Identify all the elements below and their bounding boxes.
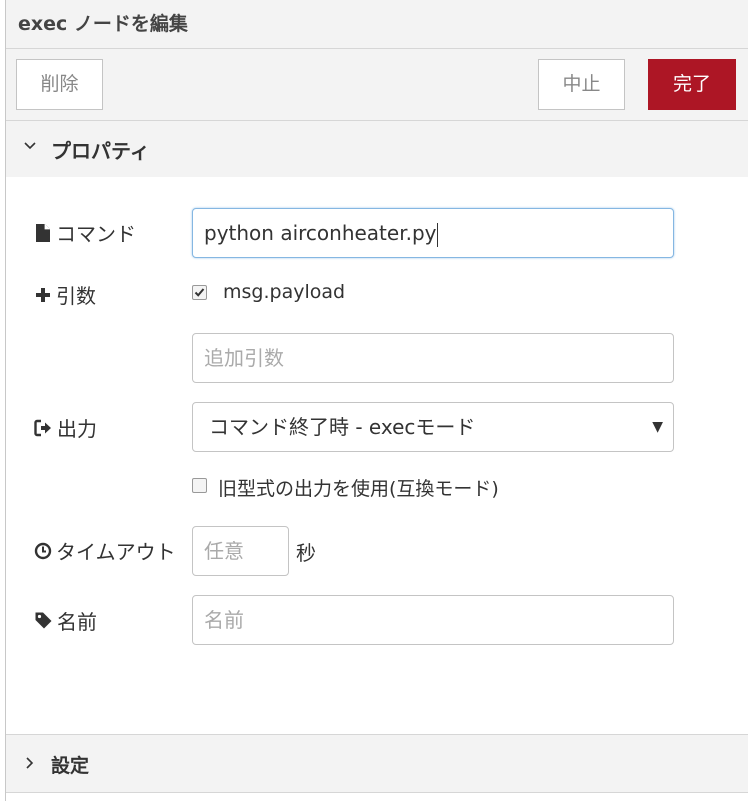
legacy-output-checkbox[interactable] — [192, 478, 207, 493]
tray-toolbar: 削除 中止 完了 — [6, 49, 748, 121]
section-settings-header[interactable]: 設定 — [6, 734, 748, 793]
sign-out-icon — [34, 419, 51, 436]
payload-checkbox[interactable] — [192, 285, 207, 300]
timeout-label: タイムアウト — [34, 536, 176, 565]
timeout-input[interactable]: 任意 — [192, 526, 289, 576]
output-label: 出力 — [34, 413, 97, 442]
payload-checkbox-label: msg.payload — [223, 281, 346, 303]
delete-button[interactable]: 削除 — [16, 59, 103, 110]
output-select-value: コマンド終了時 - execモード — [209, 415, 476, 439]
command-label-text: コマンド — [56, 222, 136, 246]
output-select[interactable]: コマンド終了時 - execモード ▼ — [192, 402, 674, 452]
legacy-output-label: 旧型式の出力を使用(互換モード) — [218, 478, 499, 500]
name-label: 名前 — [34, 606, 97, 635]
name-label-text: 名前 — [57, 610, 97, 634]
command-label: コマンド — [34, 218, 136, 247]
section-properties-header[interactable]: プロパティ — [6, 121, 748, 177]
cancel-button[interactable]: 中止 — [538, 59, 625, 110]
timeout-unit: 秒 — [296, 541, 316, 565]
plus-icon — [36, 287, 50, 302]
dropdown-arrow-icon: ▼ — [652, 419, 663, 435]
output-label-text: 出力 — [57, 417, 97, 441]
chevron-down-icon — [24, 142, 36, 150]
clock-icon — [34, 542, 52, 559]
done-button[interactable]: 完了 — [648, 59, 736, 110]
edit-tray: exec ノードを編集 削除 中止 完了 プロパティ コマンド python a… — [5, 0, 748, 801]
text-caret — [437, 222, 439, 247]
tag-icon — [35, 612, 52, 629]
timeout-placeholder: 任意 — [204, 539, 244, 563]
extra-args-placeholder: 追加引数 — [204, 346, 284, 370]
tray-title: exec ノードを編集 — [18, 13, 188, 35]
args-label: 引数 — [34, 280, 96, 309]
extra-args-input[interactable]: 追加引数 — [192, 333, 674, 383]
tray-header: exec ノードを編集 — [6, 0, 748, 49]
command-input-value: python airconheater.py — [204, 221, 437, 245]
name-placeholder: 名前 — [204, 608, 244, 632]
name-input[interactable]: 名前 — [192, 595, 674, 645]
args-label-text: 引数 — [56, 284, 96, 308]
timeout-label-text: タイムアウト — [56, 540, 176, 564]
chevron-right-icon — [26, 757, 34, 769]
check-icon — [194, 288, 205, 297]
section-settings-label: 設定 — [51, 755, 90, 777]
section-properties-label: プロパティ — [51, 139, 150, 163]
file-icon — [36, 223, 50, 242]
command-input[interactable]: python airconheater.py — [192, 208, 674, 258]
